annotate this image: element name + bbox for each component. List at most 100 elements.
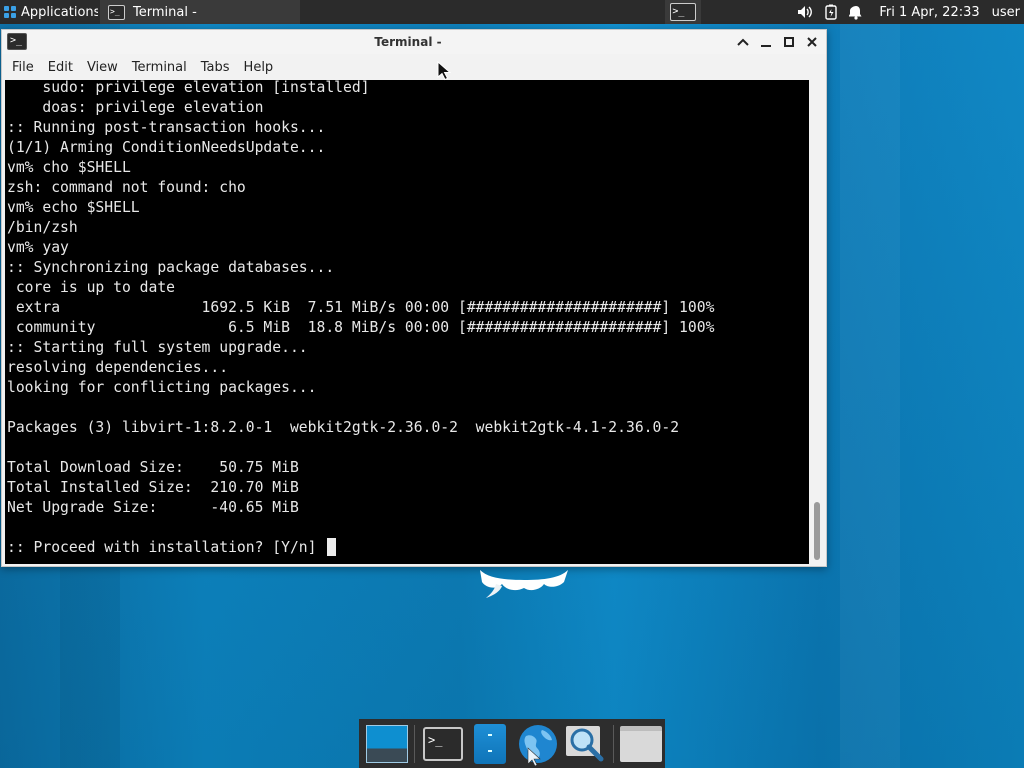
terminal-line: resolving dependencies... bbox=[7, 358, 714, 378]
dock-web-browser[interactable] bbox=[514, 721, 561, 767]
file-manager-icon bbox=[474, 723, 507, 764]
terminal-line: sudo: privilege elevation [installed] bbox=[7, 80, 714, 98]
system-tray: Fri 1 Apr, 22:33 user bbox=[797, 4, 1024, 20]
close-button[interactable] bbox=[803, 33, 820, 50]
dock-file-manager[interactable] bbox=[467, 721, 514, 767]
terminal-line-text: vm% yay bbox=[7, 239, 69, 256]
terminal-line: :: Synchronizing package databases... bbox=[7, 258, 714, 278]
terminal-line: :: Starting full system upgrade... bbox=[7, 338, 714, 358]
terminal-line: doas: privilege elevation bbox=[7, 98, 714, 118]
terminal-line-text: /bin/zsh bbox=[7, 219, 78, 236]
terminal-launcher-icon: >_ bbox=[670, 3, 697, 21]
terminal-line-text: resolving dependencies... bbox=[7, 359, 229, 376]
terminal-line-text: vm% echo $SHELL bbox=[7, 199, 140, 216]
mouse-pointer-icon bbox=[437, 61, 451, 81]
terminal-icon: >_ bbox=[422, 726, 463, 761]
menu-help[interactable]: Help bbox=[237, 60, 281, 75]
terminal-line: community 6.5 MiB 18.8 MiB/s 00:00 [####… bbox=[7, 318, 715, 338]
terminal-line-text: Total Download Size: 50.75 MiB bbox=[7, 459, 299, 476]
chevron-up-icon bbox=[736, 38, 749, 46]
folder-icon bbox=[620, 725, 663, 762]
terminal-line-text: Net Upgrade Size: -40.65 MiB bbox=[7, 499, 299, 516]
menu-tabs[interactable]: Tabs bbox=[194, 60, 237, 75]
terminal-line: :: Proceed with installation? [Y/n] bbox=[7, 538, 714, 558]
globe-icon bbox=[518, 724, 557, 766]
terminal-line: Total Installed Size: 210.70 MiB bbox=[7, 478, 714, 498]
window-menubar: File Edit View Terminal Tabs Help bbox=[2, 56, 826, 78]
maximize-button[interactable] bbox=[780, 33, 797, 50]
terminal-line-text: :: Synchronizing package databases... bbox=[7, 259, 335, 276]
terminal-line-text: Total Installed Size: 210.70 MiB bbox=[7, 479, 299, 496]
dock-app-finder[interactable] bbox=[561, 721, 608, 767]
terminal-line: Packages (3) libvirt-1:8.2.0-1 webkit2gt… bbox=[7, 418, 714, 438]
terminal-line: /bin/zsh bbox=[7, 218, 714, 238]
terminal-lines: sudo: privilege elevation [installed] do… bbox=[7, 80, 714, 558]
applications-menu[interactable]: Applications bbox=[0, 0, 98, 24]
terminal-line-text: core is up to date bbox=[7, 279, 176, 296]
terminal-line: extra 1692.5 KiB 7.51 MiB/s 00:00 [#####… bbox=[7, 298, 715, 318]
window-titlebar[interactable]: >_ Terminal - bbox=[2, 30, 826, 54]
menu-terminal[interactable]: Terminal bbox=[125, 60, 194, 75]
terminal-line: Total Download Size: 50.75 MiB bbox=[7, 458, 714, 478]
xfce-mouse-mascot bbox=[480, 570, 568, 598]
volume-icon[interactable] bbox=[797, 5, 813, 19]
taskbar-terminal-button[interactable]: >_ Terminal - bbox=[100, 0, 300, 24]
terminal-line: :: Running post-transaction hooks... bbox=[7, 118, 714, 138]
dock-separator bbox=[612, 724, 614, 763]
panel-terminal-launcher[interactable]: >_ bbox=[665, 0, 702, 24]
text-cursor bbox=[327, 538, 337, 556]
roll-up-button[interactable] bbox=[734, 33, 751, 50]
minimize-icon bbox=[760, 44, 771, 47]
terminal-line-text: community 6.5 MiB 18.8 MiB/s 00:00 [####… bbox=[7, 319, 715, 336]
terminal-scrollbar[interactable] bbox=[809, 80, 826, 564]
terminal-line: looking for conflicting packages... bbox=[7, 378, 714, 398]
terminal-line-text: Packages (3) libvirt-1:8.2.0-1 webkit2gt… bbox=[7, 419, 680, 436]
terminal-line: vm% yay bbox=[7, 238, 714, 258]
top-panel: Applications >_ Terminal - >_ Fri 1 Apr,… bbox=[0, 0, 1024, 24]
terminal-line-text: :: Proceed with installation? [Y/n] bbox=[7, 539, 326, 556]
dock-show-desktop[interactable] bbox=[363, 721, 410, 767]
battery-icon[interactable] bbox=[825, 4, 838, 20]
clock[interactable]: Fri 1 Apr, 22:33 bbox=[879, 5, 979, 20]
terminal-line-text: vm% cho $SHELL bbox=[7, 159, 131, 176]
terminal-line: zsh: command not found: cho bbox=[7, 178, 714, 198]
terminal-icon: >_ bbox=[108, 4, 125, 20]
dock-panel: >_ bbox=[359, 719, 665, 768]
terminal-line-text: extra 1692.5 KiB 7.51 MiB/s 00:00 [#####… bbox=[7, 299, 715, 316]
minimize-button[interactable] bbox=[757, 33, 774, 50]
terminal-line-text: zsh: command not found: cho bbox=[7, 179, 246, 196]
dock-terminal[interactable]: >_ bbox=[419, 721, 466, 767]
dock-home-folder[interactable] bbox=[618, 721, 665, 767]
user-menu[interactable]: user bbox=[992, 5, 1020, 20]
show-desktop-icon bbox=[365, 724, 408, 763]
terminal-line: vm% echo $SHELL bbox=[7, 198, 714, 218]
maximize-icon bbox=[783, 36, 794, 47]
terminal-line-text: (1/1) Arming ConditionNeedsUpdate... bbox=[7, 139, 326, 156]
notifications-bell-icon[interactable] bbox=[849, 5, 863, 20]
terminal-line: Net Upgrade Size: -40.65 MiB bbox=[7, 498, 714, 518]
taskbar-terminal-label: Terminal - bbox=[133, 4, 197, 20]
menu-edit[interactable]: Edit bbox=[41, 60, 80, 75]
terminal-line-text: :: Running post-transaction hooks... bbox=[7, 119, 326, 136]
terminal-window: >_ Terminal - File Edit View Terminal Ta… bbox=[1, 29, 827, 567]
terminal-output[interactable]: sudo: privilege elevation [installed] do… bbox=[5, 80, 809, 564]
window-title: Terminal - bbox=[374, 35, 442, 49]
xfce-logo-icon bbox=[4, 5, 17, 19]
terminal-line-text: sudo: privilege elevation [installed] bbox=[7, 80, 370, 96]
close-icon bbox=[806, 36, 817, 47]
applications-label: Applications bbox=[21, 4, 98, 20]
terminal-line-text: looking for conflicting packages... bbox=[7, 379, 317, 396]
terminal-line: core is up to date bbox=[7, 278, 714, 298]
magnifier-icon bbox=[566, 725, 604, 761]
menu-file[interactable]: File bbox=[2, 60, 41, 75]
scrollbar-thumb[interactable] bbox=[814, 502, 820, 560]
dock-separator bbox=[414, 724, 416, 763]
terminal-line: (1/1) Arming ConditionNeedsUpdate... bbox=[7, 138, 714, 158]
terminal-line: vm% cho $SHELL bbox=[7, 158, 714, 178]
terminal-line-text: :: Starting full system upgrade... bbox=[7, 339, 308, 356]
menu-view[interactable]: View bbox=[80, 60, 125, 75]
terminal-line-text: doas: privilege elevation bbox=[7, 99, 264, 116]
